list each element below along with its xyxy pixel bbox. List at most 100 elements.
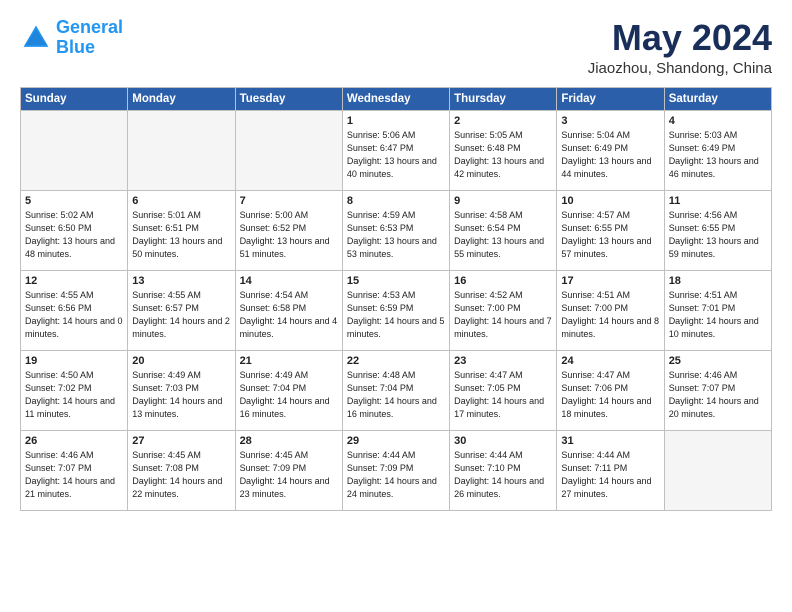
day-info: Sunrise: 5:00 AMSunset: 6:52 PMDaylight:… xyxy=(240,209,338,261)
day-info: Sunrise: 4:54 AMSunset: 6:58 PMDaylight:… xyxy=(240,289,338,341)
sunrise-text: Sunrise: 4:45 AM xyxy=(240,450,309,460)
daylight-text: Daylight: 14 hours and 26 minutes. xyxy=(454,476,544,499)
table-row: 9 Sunrise: 4:58 AMSunset: 6:54 PMDaylight… xyxy=(450,190,557,270)
col-thursday: Thursday xyxy=(450,87,557,110)
daylight-text: Daylight: 14 hours and 2 minutes. xyxy=(132,316,230,339)
calendar: Sunday Monday Tuesday Wednesday Thursday… xyxy=(20,87,772,511)
day-number: 11 xyxy=(669,195,767,207)
calendar-header-row: Sunday Monday Tuesday Wednesday Thursday… xyxy=(21,87,772,110)
day-number: 2 xyxy=(454,115,552,127)
logo: General Blue xyxy=(20,18,123,58)
day-number: 27 xyxy=(132,435,230,447)
sunrise-text: Sunrise: 4:51 AM xyxy=(561,290,630,300)
sunset-text: Sunset: 6:51 PM xyxy=(132,223,199,233)
table-row: 26Sunrise: 4:46 AMSunset: 7:07 PMDayligh… xyxy=(21,430,128,510)
col-wednesday: Wednesday xyxy=(342,87,449,110)
sunrise-text: Sunrise: 4:54 AM xyxy=(240,290,309,300)
day-number: 8 xyxy=(347,195,445,207)
day-number: 14 xyxy=(240,275,338,287)
sunrise-text: Sunrise: 5:04 AM xyxy=(561,130,630,140)
day-number: 12 xyxy=(25,275,123,287)
sunrise-text: Sunrise: 5:05 AM xyxy=(454,130,523,140)
sunrise-text: Sunrise: 4:52 AM xyxy=(454,290,523,300)
col-sunday: Sunday xyxy=(21,87,128,110)
day-info: Sunrise: 4:55 AMSunset: 6:57 PMDaylight:… xyxy=(132,289,230,341)
day-info: Sunrise: 4:53 AMSunset: 6:59 PMDaylight:… xyxy=(347,289,445,341)
table-row xyxy=(235,110,342,190)
calendar-week-row: 12Sunrise: 4:55 AMSunset: 6:56 PMDayligh… xyxy=(21,270,772,350)
calendar-week-row: 19Sunrise: 4:50 AMSunset: 7:02 PMDayligh… xyxy=(21,350,772,430)
day-number: 30 xyxy=(454,435,552,447)
day-number: 10 xyxy=(561,195,659,207)
table-row: 2 Sunrise: 5:05 AMSunset: 6:48 PMDaylight… xyxy=(450,110,557,190)
daylight-text: Daylight: 13 hours and 42 minutes. xyxy=(454,156,544,179)
calendar-week-row: 1Sunrise: 5:06 AMSunset: 6:47 PMDaylight… xyxy=(21,110,772,190)
sunrise-text: Sunrise: 4:47 AM xyxy=(454,370,523,380)
day-info: Sunrise: 4:44 AMSunset: 7:10 PMDaylight:… xyxy=(454,449,552,501)
page: General Blue May 2024 Jiaozhou, Shandong… xyxy=(0,0,792,521)
sunset-text: Sunset: 7:07 PM xyxy=(669,383,736,393)
table-row: 8Sunrise: 4:59 AMSunset: 6:53 PMDaylight… xyxy=(342,190,449,270)
day-number: 18 xyxy=(669,275,767,287)
table-row: 1Sunrise: 5:06 AMSunset: 6:47 PMDaylight… xyxy=(342,110,449,190)
table-row: 12Sunrise: 4:55 AMSunset: 6:56 PMDayligh… xyxy=(21,270,128,350)
day-info: Sunrise: 5:04 AM Sunset: 6:49 PM Daylight:… xyxy=(561,129,659,181)
sunrise-text: Sunrise: 5:03 AM xyxy=(669,130,738,140)
sunset-text: Sunset: 6:49 PM xyxy=(669,143,736,153)
sunset-text: Sunset: 7:04 PM xyxy=(240,383,307,393)
sunrise-text: Sunrise: 4:44 AM xyxy=(561,450,630,460)
day-number: 23 xyxy=(454,355,552,367)
day-info: Sunrise: 5:02 AMSunset: 6:50 PMDaylight:… xyxy=(25,209,123,261)
day-number: 29 xyxy=(347,435,445,447)
table-row: 23Sunrise: 4:47 AMSunset: 7:05 PMDayligh… xyxy=(450,350,557,430)
sunset-text: Sunset: 7:04 PM xyxy=(347,383,414,393)
day-number: 1 xyxy=(347,115,445,127)
table-row: 31Sunrise: 4:44 AMSunset: 7:11 PMDayligh… xyxy=(557,430,664,510)
table-row: 5Sunrise: 5:02 AMSunset: 6:50 PMDaylight… xyxy=(21,190,128,270)
header: General Blue May 2024 Jiaozhou, Shandong… xyxy=(20,18,772,77)
daylight-text: Daylight: 14 hours and 7 minutes. xyxy=(454,316,552,339)
day-number: 24 xyxy=(561,355,659,367)
day-info: Sunrise: 4:45 AMSunset: 7:08 PMDaylight:… xyxy=(132,449,230,501)
day-info: Sunrise: 4:51 AMSunset: 7:01 PMDaylight:… xyxy=(669,289,767,341)
sunrise-text: Sunrise: 4:51 AM xyxy=(669,290,738,300)
daylight-text: Daylight: 14 hours and 16 minutes. xyxy=(347,396,437,419)
daylight-text: Daylight: 13 hours and 44 minutes. xyxy=(561,156,651,179)
sunrise-text: Sunrise: 4:45 AM xyxy=(132,450,201,460)
day-info: Sunrise: 5:05 AMSunset: 6:48 PMDaylight:… xyxy=(454,129,552,181)
day-info: Sunrise: 4:48 AMSunset: 7:04 PMDaylight:… xyxy=(347,369,445,421)
table-row: 4Sunrise: 5:03 AMSunset: 6:49 PMDaylight… xyxy=(664,110,771,190)
table-row: 17Sunrise: 4:51 AMSunset: 7:00 PMDayligh… xyxy=(557,270,664,350)
daylight-text: Daylight: 14 hours and 13 minutes. xyxy=(132,396,222,419)
col-saturday: Saturday xyxy=(664,87,771,110)
day-info: Sunrise: 4:50 AMSunset: 7:02 PMDaylight:… xyxy=(25,369,123,421)
day-number: 21 xyxy=(240,355,338,367)
sunset-text: Sunset: 7:11 PM xyxy=(561,463,627,473)
day-number: 25 xyxy=(669,355,767,367)
sunset-text: Sunset: 6:50 PM xyxy=(25,223,92,233)
sunrise-text: Sunrise: 5:00 AM xyxy=(240,210,309,220)
day-info: Sunrise: 4:57 AMSunset: 6:55 PMDaylight:… xyxy=(561,209,659,261)
table-row: 3 Sunrise: 5:04 AM Sunset: 6:49 PM Daylight… xyxy=(557,110,664,190)
day-number: 9 xyxy=(454,195,552,207)
table-row: 14 Sunrise: 4:54 AMSunset: 6:58 PMDayligh… xyxy=(235,270,342,350)
table-row: 13Sunrise: 4:55 AMSunset: 6:57 PMDayligh… xyxy=(128,270,235,350)
sunrise-text: Sunrise: 4:49 AM xyxy=(240,370,309,380)
day-number: 28 xyxy=(240,435,338,447)
day-info: Sunrise: 4:49 AMSunset: 7:04 PMDaylight:… xyxy=(240,369,338,421)
sunset-text: Sunset: 6:49 PM xyxy=(561,143,628,153)
day-info: Sunrise: 4:58 AMSunset: 6:54 PMDaylight:… xyxy=(454,209,552,261)
daylight-text: Daylight: 13 hours and 40 minutes. xyxy=(347,156,437,179)
sunset-text: Sunset: 6:55 PM xyxy=(669,223,736,233)
table-row: 15Sunrise: 4:53 AMSunset: 6:59 PMDayligh… xyxy=(342,270,449,350)
sunrise-text: Sunrise: 4:47 AM xyxy=(561,370,630,380)
day-number: 3 xyxy=(561,115,659,127)
sunset-text: Sunset: 7:07 PM xyxy=(25,463,92,473)
day-info: Sunrise: 4:51 AMSunset: 7:00 PMDaylight:… xyxy=(561,289,659,341)
sunset-text: Sunset: 6:52 PM xyxy=(240,223,307,233)
daylight-text: Daylight: 14 hours and 5 minutes. xyxy=(347,316,445,339)
table-row: 16Sunrise: 4:52 AMSunset: 7:00 PMDayligh… xyxy=(450,270,557,350)
table-row: 19Sunrise: 4:50 AMSunset: 7:02 PMDayligh… xyxy=(21,350,128,430)
table-row: 30 Sunrise: 4:44 AMSunset: 7:10 PMDayligh… xyxy=(450,430,557,510)
sunset-text: Sunset: 6:53 PM xyxy=(347,223,414,233)
